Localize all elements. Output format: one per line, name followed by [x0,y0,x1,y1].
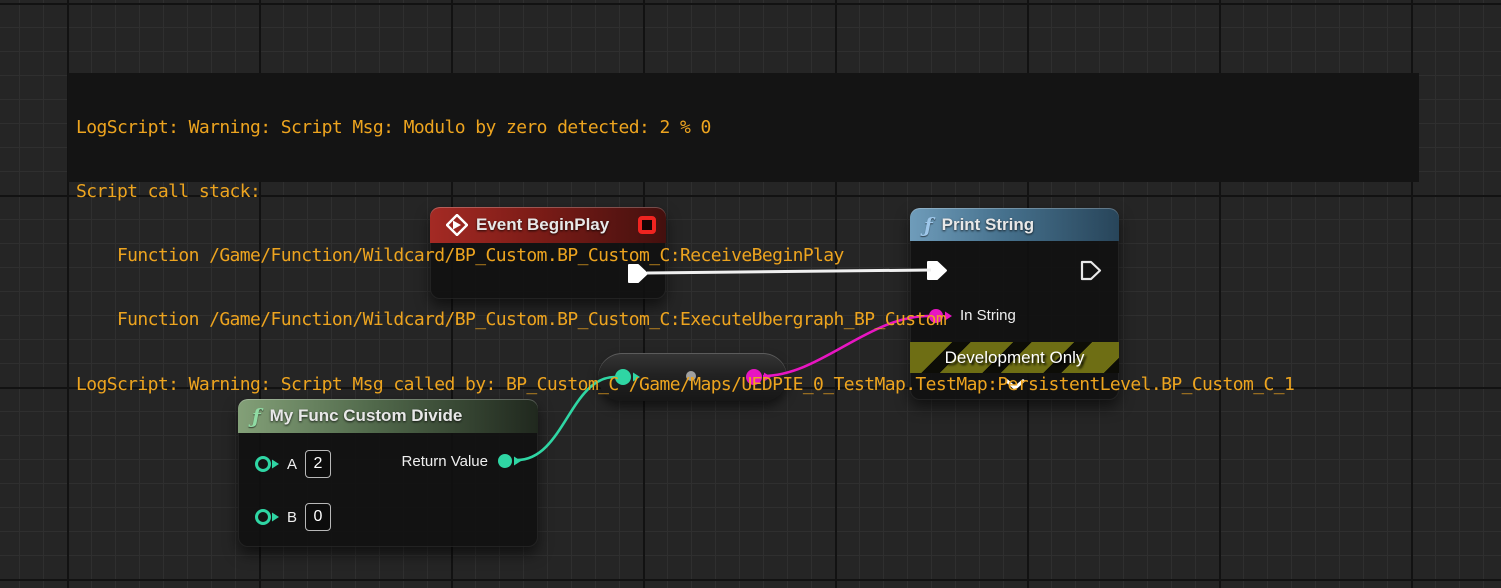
log-line: Script call stack: [76,181,1411,202]
input-pin-b[interactable] [254,508,282,526]
blueprint-graph-canvas[interactable]: LogScript: Warning: Script Msg: Modulo b… [0,0,1501,588]
output-log-overlay: LogScript: Warning: Script Msg: Modulo b… [68,73,1419,182]
log-line: Function /Game/Function/Wildcard/BP_Cust… [76,245,1411,266]
log-line: LogScript: Warning: Script Msg: Modulo b… [76,117,1411,138]
log-line: Function /Game/Function/Wildcard/BP_Cust… [76,309,1411,330]
pin-a-label: A [287,456,297,473]
return-value-label: Return Value [402,453,488,470]
log-line: LogScript: Warning: Script Msg called by… [76,374,1411,395]
pin-b-label: B [287,509,297,526]
pin-b-value-input[interactable] [305,503,331,531]
input-pin-a[interactable] [254,455,282,473]
pin-a-value-input[interactable] [305,450,331,478]
